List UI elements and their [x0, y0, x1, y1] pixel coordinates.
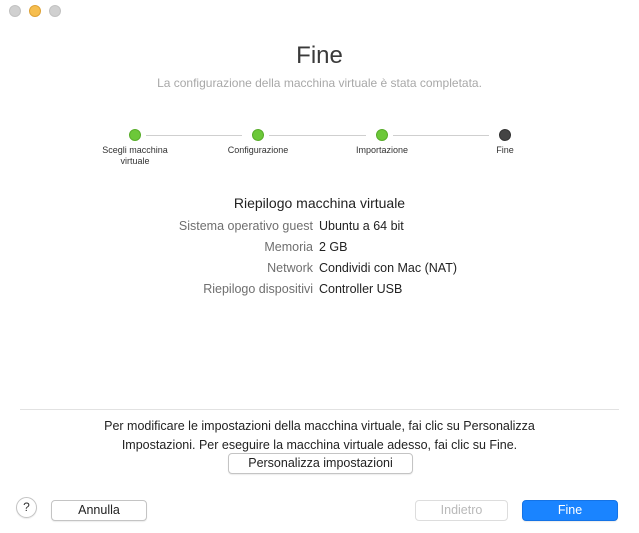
step-connector: [146, 135, 242, 136]
summary-key: Memoria: [264, 240, 313, 254]
summary-key: Riepilogo dispositivi: [203, 282, 313, 296]
summary-row: Riepilogo dispositivi Controller USB: [0, 282, 639, 300]
divider: [20, 409, 619, 410]
cancel-button[interactable]: Annulla: [51, 500, 147, 521]
step-connector: [393, 135, 489, 136]
summary-value: Ubuntu a 64 bit: [319, 219, 404, 233]
step-label-line: Scegli macchina: [102, 145, 168, 155]
summary-value: Controller USB: [319, 282, 403, 296]
help-icon[interactable]: ?: [16, 497, 37, 518]
back-button[interactable]: Indietro: [415, 500, 508, 521]
customize-settings-button[interactable]: Personalizza impostazioni: [228, 453, 413, 474]
summary-key: Network: [267, 261, 313, 275]
assistant-window: Fine La configurazione della macchina vi…: [0, 0, 639, 533]
step-label-line: virtuale: [120, 156, 150, 166]
step-connector: [269, 135, 366, 136]
summary-title: Riepilogo macchina virtuale: [233, 195, 406, 211]
step-label-import: Importazione: [355, 145, 409, 155]
summary-row: Sistema operativo guest Ubuntu a 64 bit: [0, 219, 639, 237]
step-label-choose-vm: Scegli macchina virtuale: [80, 145, 190, 167]
info-line: Impostazioni. Per eseguire la macchina v…: [121, 438, 518, 452]
summary-key: Sistema operativo guest: [178, 219, 313, 233]
info-line: Per modificare le impostazioni della mac…: [104, 419, 535, 433]
step-label-configuration: Configurazione: [227, 145, 289, 155]
step-label-finish: Fine: [496, 145, 514, 155]
summary-row: Memoria 2 GB: [0, 240, 639, 258]
progress-stepper: Scegli macchina virtuale Configurazione …: [0, 0, 639, 170]
summary-value: 2 GB: [319, 240, 348, 254]
finish-button[interactable]: Fine: [522, 500, 618, 521]
step-3-done-icon: [376, 129, 388, 141]
step-4-current-icon: [499, 129, 511, 141]
info-text: Per modificare le impostazioni della mac…: [60, 417, 579, 455]
step-1-done-icon: [129, 129, 141, 141]
summary-value: Condividi con Mac (NAT): [319, 261, 458, 275]
summary-row: Network Condividi con Mac (NAT): [0, 261, 639, 279]
step-2-done-icon: [252, 129, 264, 141]
